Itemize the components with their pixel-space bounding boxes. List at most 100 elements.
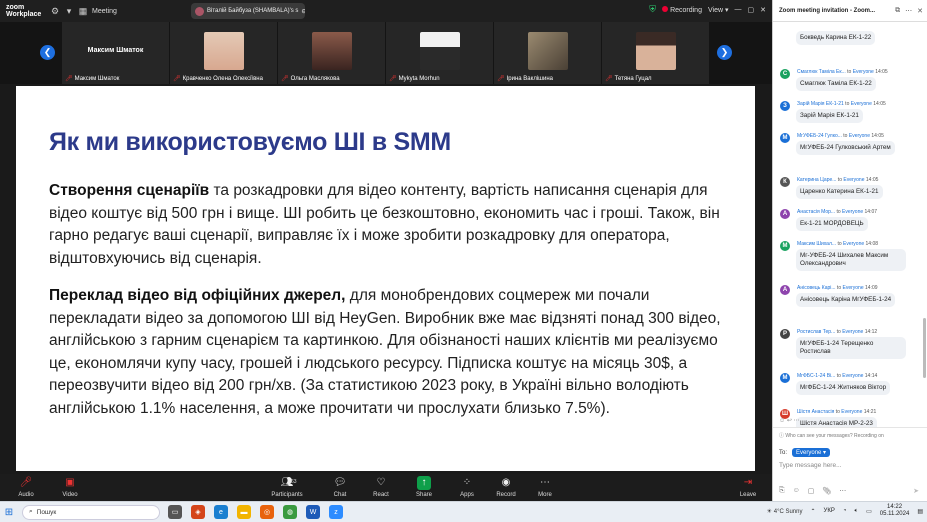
more-button[interactable]: ⋯ More [525,476,565,498]
participant-tile[interactable]: 🎤︎ Mykyta Morhun [386,22,494,84]
tray-chevron-icon[interactable]: ⌃ [810,508,815,515]
sender-avatar: А [780,285,790,295]
restore-icon[interactable]: ▢ [748,6,755,14]
audio-button[interactable]: 🎤︎ Audio [6,476,46,498]
participant-tiles: Максим Шматок 🎤︎ Максим Шматок 🎤︎ Кравченк… [62,22,710,84]
apps-button[interactable]: ⁘ Apps [447,476,487,498]
chat-button[interactable]: 💬︎ Chat [320,476,360,498]
message-recipient: Everyone [842,373,864,379]
sender-name: Анастасія Мор... [797,209,836,215]
share-label: Share [415,492,432,498]
notifications-icon[interactable]: ▤ [917,508,923,515]
muted-mic-icon: 🎤︎ [497,76,505,82]
video-button[interactable]: ▣ Video [50,476,90,498]
participant-label: 🎤︎ Mykyta Morhun [389,75,440,83]
windows-start-icon[interactable]: ⊞ [0,507,18,518]
recipient-selector[interactable]: Everyone ▾ [792,448,831,457]
react-button[interactable]: ♡ React [361,476,401,498]
more-tools-icon[interactable]: ⋯ [839,487,846,495]
record-dot-icon [662,5,669,12]
chevron-down-icon[interactable]: ▾ [62,4,76,18]
app-copilot-icon[interactable]: ◈ [191,505,205,519]
participant-tile[interactable]: 🎤︎ Ольга Маслякова [278,22,386,84]
attach-file-icon[interactable]: 📎︎ [822,487,831,495]
message-text: Зарій Марія ЕК-1-21 [796,109,863,123]
edge-browser-icon[interactable]: e [214,505,228,519]
recording-indicator[interactable]: Recording [662,5,702,14]
participant-label: 🎤︎ Максим Шматок [65,75,120,83]
zoom-taskbar-icon[interactable]: z [329,505,343,519]
view-button[interactable]: View ▾ [708,6,729,14]
participant-tile[interactable]: 🎤︎ Ірина Ваклішина [494,22,602,84]
format-icon[interactable]: ⎘ [779,487,785,495]
participant-tile[interactable]: Максим Шматок 🎤︎ Максим Шматок [62,22,170,84]
word-icon[interactable]: W [306,505,320,519]
minimize-icon[interactable]: — [735,6,742,13]
screen-share-banner[interactable]: Віталій Байбуза (SHAMBALA)'s s ⊖ [191,3,305,19]
message-meta: Анастасія Мор... to Everyone 14:07 [797,209,878,215]
sender-name: Анісовець Карі... [797,285,836,291]
message-time: 14:21 [863,409,877,415]
meeting-label[interactable]: Meeting [92,8,117,15]
participant-tile[interactable]: 🎤︎ Тетяна Гуцал [602,22,710,84]
reply-icon[interactable]: ↩ [787,418,792,424]
chat-scrollbar[interactable] [923,318,926,378]
strip-next-arrow-icon[interactable]: ❯ [717,45,732,60]
message-text: Смаглюк Таміла ЕК-1-22 [796,77,876,91]
chat-popout-icon[interactable]: ⧉ [895,7,900,15]
chat-close-icon[interactable]: ✕ [917,7,923,15]
emoji-reaction-icon[interactable]: ☺ [779,418,785,424]
taskbar-clock[interactable]: 14:22 05.11.2024 [880,504,910,518]
weather-widget[interactable]: ☀ 4°C Sunny [767,508,803,515]
battery-icon[interactable]: ▭ [866,508,872,515]
security-shield-icon[interactable]: ⛨ [649,4,656,15]
muted-mic-icon: 🎤︎ [281,76,289,82]
windows-taskbar: ⊞ ⌕ Пошук ▭ ◈ e ▬ ◎ ◍ W z ☀ 4°C Sunny ⌃ У… [0,501,927,522]
close-icon[interactable]: ✕ [760,6,766,14]
strip-prev-arrow-icon[interactable]: ❮ [40,45,55,60]
chat-more-icon[interactable]: ⋯ [905,7,912,15]
recipient-row: To: Everyone ▾ [779,448,831,457]
share-button[interactable]: ↑ Share [404,476,444,498]
taskbar-search[interactable]: ⌕ Пошук [22,504,160,520]
sender-avatar: К [780,177,790,187]
message-recipient: Everyone [842,285,864,291]
participant-tile[interactable]: 🎤︎ Кравченко Олена Олексіївна [170,22,278,84]
message-meta: Зарій Марія ЕК-1-21 to Everyone 14:05 [797,101,886,107]
chrome-icon[interactable]: ◍ [283,505,297,519]
participant-name: Максим Шматок [74,75,120,82]
emoji-icon[interactable]: ☺ [793,487,800,495]
more-options-icon[interactable]: ⊖ [301,8,305,15]
send-icon[interactable]: ➤ [913,487,919,495]
recording-label: Recording [670,6,702,14]
firefox-icon[interactable]: ◎ [260,505,274,519]
zoom-window: zoom Workplace ⚙ ▾ ▦ Meeting Віталій Бай… [0,0,927,522]
sender-name: Зарій Марія ЕК-1-21 [797,101,844,107]
shared-slide: Як ми використовуємо ШІ в SMM Створення … [16,86,755,471]
record-icon: ◉ [501,477,511,488]
chat-input-tools: ⎘ ☺ ▢ 📎︎ ⋯ [779,487,846,495]
app-title-line1: zoom [6,4,25,11]
more-icon[interactable]: ⋯ [794,418,800,424]
screenshot-icon[interactable]: ▢ [808,487,815,495]
participant-photo [419,32,460,70]
sender-avatar: М [780,373,790,383]
leave-button[interactable]: ⇥ Leave [728,476,768,498]
message-meta: Шістя Анастасія to Everyone 14:21 [797,409,877,415]
message-meta: Ростислав Тер... to Everyone 14:12 [797,329,878,335]
record-button[interactable]: ◉ Record [486,476,526,498]
message-recipient: Everyone [843,177,865,183]
p2-text: для монобрендових соцмереж ми почали пер… [49,287,721,417]
chat-visibility-notice[interactable]: ⓘ Who can see your messages? Recording o… [773,427,927,441]
grid-icon[interactable]: ▦ [76,4,90,18]
wifi-icon[interactable]: ◔ [843,508,847,514]
participants-button[interactable]: 👥︎ 63 Participants [267,476,307,498]
task-view-icon[interactable]: ▭ [168,505,182,519]
volume-icon[interactable]: 🔈︎ [854,508,858,515]
recipient-value: Everyone [796,450,822,456]
to-label: To: [779,449,788,456]
chat-input[interactable]: Type message here... [779,462,842,469]
language-indicator[interactable]: УКР [824,508,835,514]
settings-icon[interactable]: ⚙ [48,4,62,18]
file-explorer-icon[interactable]: ▬ [237,505,251,519]
